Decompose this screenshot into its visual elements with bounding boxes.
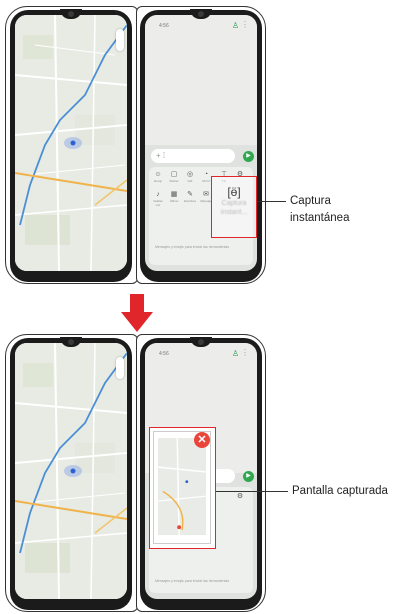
bottom-left-phone (10, 337, 132, 610)
tool-voice[interactable]: ♪ Grabar voz (151, 191, 165, 207)
add-icon[interactable]: + ⁞ (156, 151, 165, 160)
map-view[interactable] (15, 343, 127, 599)
map-zoom-controls[interactable] (116, 357, 124, 379)
tool-sticker[interactable]: ▢ Sticker (167, 171, 181, 183)
send-button[interactable]: ▶ (243, 471, 254, 482)
recent-icon: ▦ (170, 191, 178, 198)
thumbnail-map (157, 437, 207, 536)
tool-recent[interactable]: ▦ Último (167, 191, 181, 203)
gear-icon: ⚙ (236, 493, 244, 500)
top-callout-label: Captura instantánea (290, 195, 350, 224)
top-left-screen (15, 15, 127, 271)
top-left-phone (10, 9, 132, 282)
map-zoom-controls[interactable] (116, 29, 124, 51)
map-roads (15, 15, 127, 271)
bottom-callout-line (216, 491, 288, 492)
tool-settings[interactable]: ⚙ (233, 493, 247, 501)
more-menu-icon[interactable]: ⋮ (241, 20, 249, 29)
send-button[interactable]: ▶ (243, 151, 254, 162)
more-menu-icon[interactable]: ⋮ (241, 348, 249, 357)
tool-gif[interactable]: ◎ GIF (183, 171, 197, 183)
contact-icon[interactable]: ♙ (232, 349, 239, 358)
tools-hint-text: Mensajes y emojis para enviar las herram… (155, 245, 230, 249)
tool-emoji[interactable]: ☺ Emoji (151, 171, 165, 183)
down-arrow-icon (121, 294, 153, 332)
bottom-left-screen (15, 343, 127, 599)
tool-handwriting[interactable]: ✎ Escritura (183, 191, 197, 203)
tools-hint-text: Mensajes y emojis para enviar las herram… (155, 579, 230, 583)
status-time: 4:56 (159, 351, 169, 357)
gif-icon: ◎ (186, 171, 194, 178)
capture-tile-highlight[interactable]: [ӫ] Captura instant... (211, 176, 257, 238)
screen-capture-icon: [ӫ] (227, 185, 241, 199)
thumbnail-map-roads (157, 437, 207, 536)
status-time: 4:56 (159, 23, 169, 29)
messages-area (145, 15, 257, 145)
capture-tile-label: Captura instant... (220, 200, 248, 216)
microphone-icon: ♪ (156, 191, 160, 198)
emoji-icon: ☺ (154, 171, 162, 178)
map-roads (15, 343, 127, 599)
map-view[interactable] (15, 15, 127, 271)
bottom-callout-label: Pantalla capturada (292, 485, 388, 497)
pen-icon: ✎ (187, 191, 193, 198)
top-callout-line (257, 201, 286, 202)
sticker-icon: ▢ (170, 171, 178, 178)
close-capture-button[interactable]: ✕ (194, 432, 210, 448)
message-input[interactable]: + ⁞ (151, 149, 235, 163)
contact-icon[interactable]: ♙ (232, 21, 239, 30)
top-right-phone: 4:56 ♙ ⋮ + ⁞ ▶ ☺ Emoji ▢ Sticker ◎ GIF ◔… (140, 9, 262, 282)
